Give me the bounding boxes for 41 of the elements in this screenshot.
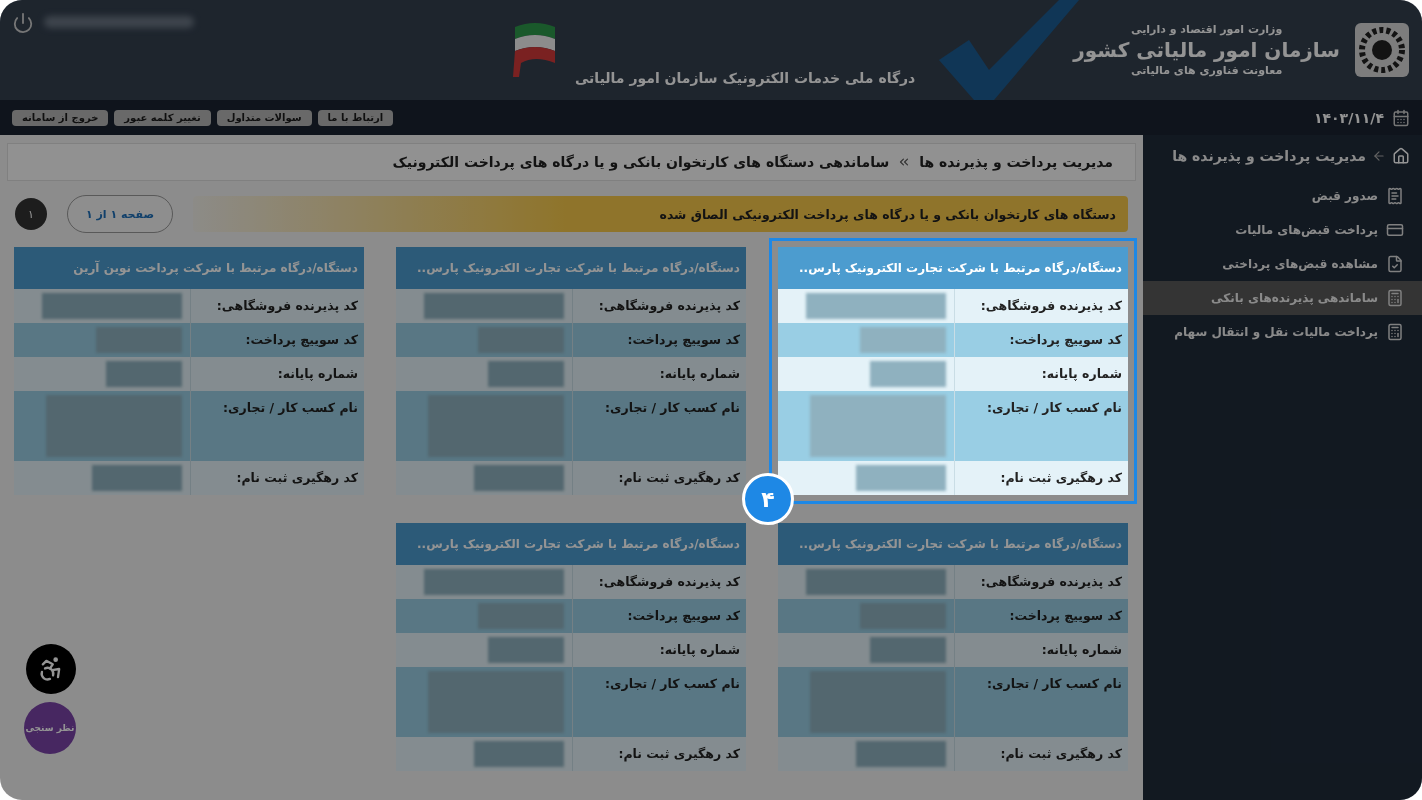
survey-button[interactable]: نظر سنجی	[24, 702, 76, 754]
sidebar-item[interactable]: ساماندهی پذیرنده‌های بانکی	[1143, 281, 1422, 315]
field-label: کد رهگیری ثبت نام:	[190, 461, 364, 495]
menu-item-icon	[1386, 255, 1404, 273]
card-title: دستگاه/درگاه مرتبط با شرکت پرداخت نوین آرین	[14, 247, 364, 289]
field-label: کد رهگیری ثبت نام:	[954, 737, 1128, 771]
power-icon[interactable]	[12, 12, 34, 34]
deputy-text: معاونت فناوری های مالیاتی	[1131, 64, 1283, 77]
sidebar-title: مدیریت پرداخت و پذیرنده ها	[1172, 148, 1366, 164]
org-title: سازمان امور مالیاتی کشور	[1073, 38, 1340, 62]
sidebar-item[interactable]: پرداخت مالیات نقل و انتقال سهام	[1143, 315, 1422, 349]
sidebar-item[interactable]: صدور قبض	[1143, 179, 1422, 213]
breadcrumb-item[interactable]: مدیریت پرداخت و پذیرنده ها	[919, 154, 1113, 170]
card-title: دستگاه/درگاه مرتبط با شرکت تجارت الکترونیک پارس..	[778, 523, 1128, 565]
menu-item-icon	[1386, 187, 1404, 205]
accessibility-button[interactable]	[26, 644, 76, 694]
menu-item-icon	[1386, 289, 1404, 307]
card-title: دستگاه/درگاه مرتبط با شرکت تجارت الکترونیک پارس..	[396, 523, 746, 565]
header-button[interactable]: ارتباط با ما	[317, 109, 394, 126]
sidebar-item[interactable]: مشاهده قبض‌های پرداختی	[1143, 247, 1422, 281]
breadcrumb-item: ساماندهی دستگاه های کارتخوان بانکی و یا درگاه های پرداخت الکترونیک	[392, 154, 890, 170]
calendar-icon	[1392, 108, 1410, 127]
emblem-icon	[1354, 22, 1410, 78]
sidebar-item[interactable]: پرداخت قبض‌های مالیات	[1143, 213, 1422, 247]
page-button[interactable]: ۱	[15, 198, 47, 230]
menu-item-icon	[1386, 323, 1404, 341]
header-button[interactable]: تغییر کلمه عبور	[114, 109, 211, 126]
ministry-text: وزارت امور اقتصاد و دارایی	[1131, 23, 1283, 36]
field-label: کد رهگیری ثبت نام:	[572, 737, 746, 771]
field-label: کد رهگیری ثبت نام:	[954, 461, 1128, 495]
header-button[interactable]: سوالات متداول	[216, 109, 312, 126]
page-summary[interactable]: صفحه ۱ از ۱	[67, 195, 173, 233]
card-title: دستگاه/درگاه مرتبط با شرکت تجارت الکترونیک پارس..	[396, 247, 746, 289]
home-icon[interactable]	[1392, 147, 1410, 165]
portal-title: درگاه ملی خدمات الکترونیک سازمان امور مالیاتی	[574, 70, 916, 86]
card-title: دستگاه/درگاه مرتبط با شرکت تجارت الکترونیک پارس..	[778, 247, 1128, 289]
header-button[interactable]: خروج از سامانه	[12, 109, 109, 126]
step-badge: ۴	[742, 473, 794, 525]
menu-item-icon	[1386, 221, 1404, 239]
field-label: کد رهگیری ثبت نام:	[572, 461, 746, 495]
date-text: ۱۴۰۳/۱۱/۴	[1313, 109, 1384, 126]
